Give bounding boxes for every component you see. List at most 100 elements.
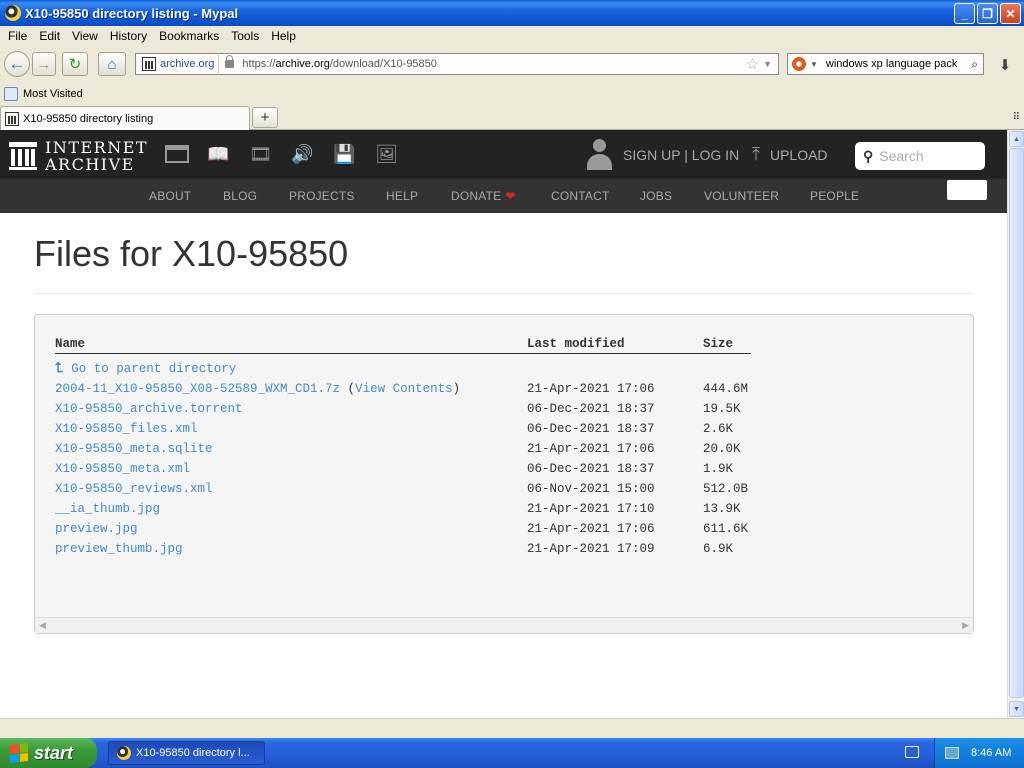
scroll-up-icon[interactable]: ▲	[1009, 131, 1024, 147]
file-link[interactable]: 2004-11_X10-95850_X08-52589_WXM_CD1.7z	[55, 382, 340, 396]
start-button[interactable]: start	[0, 738, 97, 768]
file-size: 19.5K	[703, 402, 741, 416]
archive-temple-icon	[9, 142, 37, 170]
url-dropdown-icon[interactable]: ▼	[763, 59, 772, 69]
file-link[interactable]: X10-95850_reviews.xml	[55, 482, 213, 496]
nav-about[interactable]: ABOUT	[149, 189, 191, 203]
audio-speaker-icon[interactable]: 🔊	[290, 143, 315, 165]
reload-button[interactable]: ↻	[62, 52, 88, 76]
new-tab-button[interactable]: +	[252, 107, 278, 128]
taskbar-browser-item[interactable]: X10-95850 directory l...	[108, 741, 265, 765]
keyboard-icon[interactable]	[905, 746, 919, 758]
page-title: Files for X10-95850	[34, 233, 349, 274]
web-icon[interactable]	[165, 145, 189, 163]
search-icon[interactable]: ⌕	[971, 57, 978, 72]
engine-dropdown-icon[interactable]: ▼	[810, 60, 818, 69]
file-link[interactable]: preview.jpg	[55, 522, 138, 536]
table-row: X10-95850_meta.sqlite 21-Apr-2021 17:06 …	[55, 439, 751, 459]
divider	[34, 293, 972, 294]
file-link[interactable]: preview_thumb.jpg	[55, 542, 183, 556]
menu-view[interactable]: View	[66, 29, 104, 43]
nav-jobs[interactable]: JOBS	[640, 189, 672, 203]
file-table: Name Last modified Size ⮤ Go to parent di…	[55, 335, 751, 559]
maximize-button[interactable]: ❐	[977, 3, 998, 24]
nav-donate[interactable]: DONATE ❤	[451, 189, 516, 203]
menu-help[interactable]: Help	[265, 29, 302, 43]
images-icon[interactable]: 🖼	[374, 143, 399, 165]
file-size: 512.0B	[703, 482, 749, 496]
parent-directory-link[interactable]: ⮤ Go to parent directory	[55, 361, 236, 377]
file-date: 21-Apr-2021 17:09	[527, 542, 655, 556]
menu-bookmarks[interactable]: Bookmarks	[153, 29, 225, 43]
file-link[interactable]: X10-95850_meta.xml	[55, 462, 190, 476]
signup-login-link[interactable]: SIGN UP | LOG IN	[623, 147, 739, 163]
arrow-right-icon: →	[36, 55, 52, 73]
table-row: 2004-11_X10-95850_X08-52589_WXM_CD1.7z (…	[55, 379, 751, 399]
vertical-scrollbar[interactable]: ▲ ▼	[1007, 130, 1024, 718]
search-input[interactable]: windows xp language pack	[826, 58, 971, 70]
window-titlebar[interactable]: X10-95850 directory listing - Mypal _ ❐ …	[0, 0, 1024, 26]
video-film-icon[interactable]: 🎞	[248, 143, 273, 165]
menu-bar: File Edit View History Bookmarks Tools H…	[0, 26, 1024, 46]
logo-text-line2: ARCHIVE	[45, 155, 135, 174]
search-engine-icon[interactable]	[792, 57, 806, 71]
nav-blog[interactable]: BLOG	[223, 189, 257, 203]
column-header-name: Name	[55, 335, 527, 354]
url-text[interactable]: https://archive.org/download/X10-95850	[242, 58, 745, 70]
ia-search-placeholder: Search	[879, 148, 924, 164]
upload-link[interactable]: ⤒ UPLOAD	[752, 144, 828, 165]
file-link[interactable]: X10-95850_files.xml	[55, 422, 198, 436]
scroll-right-icon[interactable]: ▶	[962, 620, 969, 631]
horizontal-scrollbar[interactable]: ◀ ▶	[35, 617, 973, 633]
view-contents-link[interactable]: View Contents	[355, 382, 453, 396]
clock[interactable]: 8:46 AM	[971, 747, 1011, 759]
scroll-down-icon[interactable]: ▼	[1009, 701, 1024, 717]
forward-button[interactable]: →	[32, 52, 56, 76]
ia-search-field[interactable]: ⚲ Search	[855, 142, 985, 170]
search-bar[interactable]: ▼ windows xp language pack ⌕	[787, 53, 984, 75]
parent-directory-row: ⮤ Go to parent directory	[55, 353, 751, 379]
archive-favicon-icon	[142, 57, 156, 71]
tab-list-icon[interactable]: ⠿	[1013, 112, 1020, 123]
file-date: 21-Apr-2021 17:06	[527, 442, 655, 456]
network-icon[interactable]	[945, 747, 959, 759]
file-link[interactable]: X10-95850_meta.sqlite	[55, 442, 213, 456]
most-visited-bookmark[interactable]: Most Visited	[23, 88, 83, 100]
nav-projects[interactable]: PROJECTS	[289, 189, 355, 203]
nav-contact[interactable]: CONTACT	[551, 189, 610, 203]
file-link[interactable]: X10-95850_archive.torrent	[55, 402, 243, 416]
scroll-left-icon[interactable]: ◀	[39, 620, 46, 631]
software-floppy-icon[interactable]: 💾	[332, 143, 357, 165]
search-dropdown-tab	[947, 180, 987, 200]
downloads-button[interactable]: ⬇	[992, 54, 1018, 76]
file-date: 21-Apr-2021 17:06	[527, 522, 655, 536]
close-button[interactable]: ✕	[1000, 3, 1021, 24]
nav-volunteer[interactable]: VOLUNTEER	[704, 189, 779, 203]
scroll-thumb[interactable]	[1009, 148, 1024, 698]
menu-edit[interactable]: Edit	[33, 29, 66, 43]
ia-logo[interactable]: INTERNET ARCHIVE	[9, 139, 148, 173]
site-identity-button[interactable]: archive.org	[138, 55, 220, 73]
menu-file[interactable]: File	[2, 29, 33, 43]
windows-flag-icon	[10, 743, 28, 763]
nav-help[interactable]: HELP	[386, 189, 418, 203]
bookmark-star-icon[interactable]: ☆	[746, 55, 759, 73]
account-area[interactable]: SIGN UP | LOG IN	[585, 139, 739, 171]
file-date: 06-Dec-2021 18:37	[527, 402, 655, 416]
texts-book-icon[interactable]: 📖	[206, 143, 231, 165]
media-type-icons: 📖 🎞 🔊 💾 🖼	[165, 143, 399, 165]
table-row: __ia_thumb.jpg 21-Apr-2021 17:10 13.9K	[55, 499, 751, 519]
tab-directory-listing[interactable]: X10-95850 directory listing	[0, 106, 250, 130]
back-button[interactable]: ←	[4, 51, 30, 77]
home-button[interactable]: ⌂	[98, 52, 126, 76]
minimize-button[interactable]: _	[954, 3, 975, 24]
file-date: 06-Nov-2021 15:00	[527, 482, 655, 496]
file-link[interactable]: __ia_thumb.jpg	[55, 502, 160, 516]
tab-label: X10-95850 directory listing	[23, 112, 154, 125]
menu-tools[interactable]: Tools	[225, 29, 265, 43]
menu-history[interactable]: History	[104, 29, 153, 43]
download-arrow-icon: ⬇	[998, 57, 1012, 74]
file-size: 20.0K	[703, 442, 741, 456]
nav-people[interactable]: PEOPLE	[810, 189, 859, 203]
address-bar[interactable]: archive.org https://archive.org/download…	[135, 53, 779, 75]
